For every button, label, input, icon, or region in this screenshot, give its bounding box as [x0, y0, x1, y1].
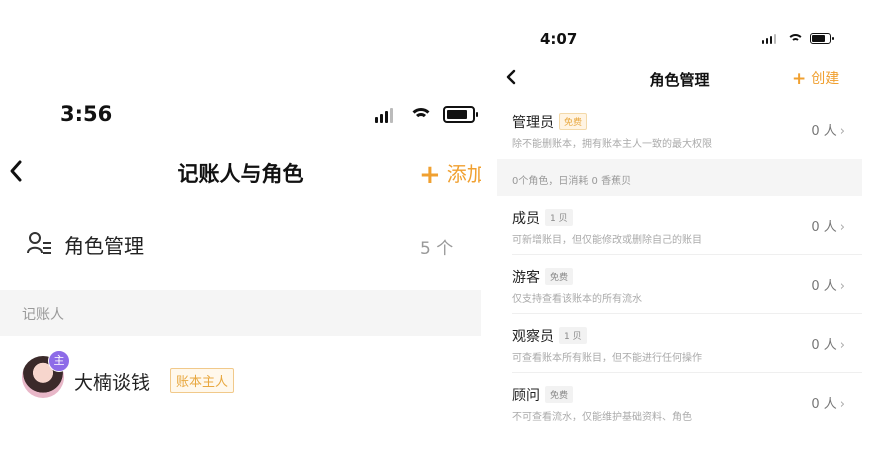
owner-tag: 账本主人: [170, 368, 235, 393]
status-time: 3:56: [60, 102, 113, 126]
add-label: 添加: [446, 162, 481, 186]
role-management-row[interactable]: 角色管理 5 个: [0, 214, 481, 272]
role-desc: 除不能删账本，拥有账本主人一致的最大权限: [512, 139, 712, 150]
role-name: 成员: [512, 211, 540, 227]
wifi-icon: [788, 32, 804, 44]
role-count: 5 个: [420, 239, 454, 259]
member-count: 0 人: [811, 124, 837, 139]
role-item-member[interactable]: 成员 1 贝 可新增账目，但仅能修改或删除自己的账目 0 人 ›: [497, 196, 862, 255]
chevron-left-icon: [10, 160, 22, 182]
right-screen: 4:07 角色管理 + 创建 管理员 免费 除不能删账本，拥有账本主人一致的最大权限…: [497, 0, 862, 460]
price-chip: 1 贝: [559, 327, 587, 344]
role-name: 游客: [512, 270, 540, 286]
member-count: 0 人: [811, 338, 837, 353]
usage-summary: 0个角色，日消耗 0 香蕉贝: [497, 159, 862, 196]
create-button[interactable]: + 创建: [792, 68, 839, 89]
role-management-label: 角色管理: [64, 234, 144, 258]
plus-icon: +: [792, 69, 807, 89]
member-name[interactable]: 大楠谈钱: [74, 368, 150, 395]
role-desc: 仅支持查看该账本的所有流水: [512, 294, 642, 305]
role-desc: 可查看账本所有账目，但不能进行任何操作: [512, 353, 702, 364]
signal-icon: [375, 108, 393, 123]
plus-icon: +: [419, 160, 441, 190]
user-list-icon: [27, 232, 51, 254]
role-name: 观察员: [512, 329, 554, 345]
price-chip: 免费: [545, 386, 574, 403]
member-count: 0 人: [811, 279, 837, 294]
battery-icon: [443, 106, 478, 123]
price-chip: 免费: [559, 113, 588, 130]
role-item-observer[interactable]: 观察员 1 贝 可查看账本所有账目，但不能进行任何操作 0 人 ›: [497, 314, 862, 373]
wifi-icon: [410, 106, 432, 122]
chevron-right-icon: ›: [839, 338, 845, 353]
owner-badge: 主: [48, 350, 70, 372]
chevron-right-icon: ›: [839, 397, 845, 412]
add-button[interactable]: + 添加: [419, 158, 481, 190]
chevron-right-icon: ›: [839, 124, 845, 139]
section-header-label: 记账人: [22, 307, 64, 323]
chevron-right-icon: ›: [839, 279, 845, 294]
create-label: 创建: [811, 71, 840, 87]
usage-summary-text: 0个角色，日消耗 0 香蕉贝: [512, 176, 632, 187]
signal-icon: [762, 34, 776, 44]
member-count: 0 人: [811, 397, 837, 412]
back-button[interactable]: [505, 68, 517, 91]
status-time: 4:07: [540, 30, 578, 48]
price-chip: 免费: [545, 268, 574, 285]
role-item-advisor[interactable]: 顾问 免费 不可查看流水，仅能维护基础资料、角色 0 人 ›: [497, 373, 862, 432]
member-count: 0 人: [811, 220, 837, 235]
page-title: 记账人与角色: [177, 162, 304, 186]
role-desc: 不可查看流水，仅能维护基础资料、角色: [512, 412, 692, 423]
back-button[interactable]: [8, 158, 24, 191]
role-name: 顾问: [512, 388, 540, 404]
price-chip: 1 贝: [545, 209, 573, 226]
battery-icon: [810, 33, 834, 44]
section-header: 记账人: [0, 290, 481, 336]
chevron-left-icon: [506, 69, 516, 85]
role-desc: 可新增账目，但仅能修改或删除自己的账目: [512, 235, 702, 246]
role-item-admin[interactable]: 管理员 免费 除不能删账本，拥有账本主人一致的最大权限 0 人 ›: [497, 100, 862, 159]
chevron-right-icon: ›: [839, 220, 845, 235]
role-name: 管理员: [512, 115, 554, 131]
role-item-guest[interactable]: 游客 免费 仅支持查看该账本的所有流水 0 人 ›: [497, 255, 862, 314]
left-screen: 3:56 记账人与角色 + 添加 角色管理 5 个 记账人 主 大楠谈钱 账本主人: [0, 0, 481, 460]
role-list: 管理员 免费 除不能删账本，拥有账本主人一致的最大权限 0 人 › 0个角色，日消耗…: [497, 100, 862, 432]
